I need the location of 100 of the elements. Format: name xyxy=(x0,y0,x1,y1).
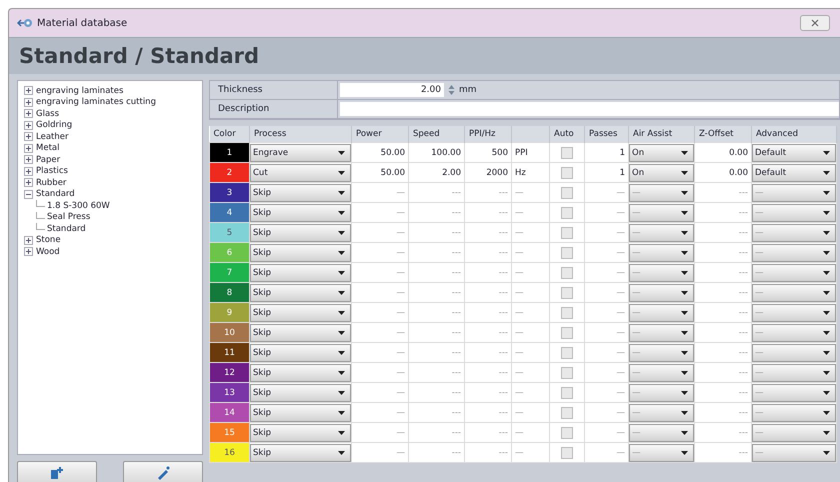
process-dropdown[interactable]: Skip xyxy=(250,364,351,382)
table-cell: --- xyxy=(464,222,512,242)
expander-icon[interactable] xyxy=(24,109,33,118)
checkbox[interactable] xyxy=(561,246,573,258)
caret-icon xyxy=(681,370,688,374)
table-cell: --- xyxy=(408,322,464,342)
table-cell: --- xyxy=(464,302,512,322)
expander-icon[interactable] xyxy=(24,236,33,245)
air-assist-dropdown[interactable]: On xyxy=(629,164,694,182)
caret-icon xyxy=(823,290,830,294)
close-icon xyxy=(811,19,819,27)
process-dropdown[interactable]: Skip xyxy=(250,424,351,442)
table-cell: — xyxy=(512,422,550,442)
tree-item[interactable]: Leather xyxy=(36,132,68,142)
expander-icon[interactable] xyxy=(24,178,33,188)
tree-item[interactable]: Seal Press xyxy=(47,212,90,222)
expander-icon[interactable] xyxy=(24,166,33,176)
expander-icon[interactable] xyxy=(24,86,33,96)
process-dropdown[interactable]: Skip xyxy=(250,384,351,402)
table-cell: --- xyxy=(408,382,464,402)
checkbox[interactable] xyxy=(561,366,573,378)
process-dropdown[interactable]: Skip xyxy=(250,304,351,322)
table-cell: --- xyxy=(408,222,464,242)
close-button[interactable] xyxy=(800,15,830,31)
expander-icon[interactable] xyxy=(24,190,33,199)
advanced-dropdown[interactable]: Default xyxy=(752,164,836,182)
tree-item[interactable]: Stone xyxy=(36,235,61,246)
add-material-button[interactable] xyxy=(17,461,97,482)
checkbox[interactable] xyxy=(561,206,573,218)
checkbox[interactable] xyxy=(561,446,573,458)
process-dropdown[interactable]: Cut xyxy=(250,164,351,182)
expander-icon[interactable] xyxy=(24,247,33,256)
expander-icon[interactable] xyxy=(24,98,33,107)
caret-icon xyxy=(681,350,688,354)
table-cell: --- xyxy=(408,342,464,362)
tree-item[interactable]: Standard xyxy=(36,189,75,200)
checkbox[interactable] xyxy=(561,186,573,198)
table-cell: — xyxy=(512,262,550,282)
tree-item[interactable]: Plastics xyxy=(36,166,68,176)
table-cell: — xyxy=(512,402,550,422)
caret-icon xyxy=(338,250,345,254)
table-cell: — xyxy=(352,222,408,242)
process-dropdown[interactable]: Skip xyxy=(250,284,351,302)
tree-item[interactable]: engraving laminates xyxy=(36,86,124,96)
color-swatch: 4 xyxy=(210,202,250,222)
caret-icon xyxy=(338,410,345,414)
table-cell: — xyxy=(512,382,550,402)
process-dropdown[interactable]: Skip xyxy=(250,204,351,222)
air-assist-dropdown[interactable]: On xyxy=(629,144,694,162)
tree-item[interactable]: engraving laminates cutting xyxy=(36,97,156,108)
checkbox[interactable] xyxy=(561,266,573,278)
advanced-dropdown[interactable]: Default xyxy=(752,144,836,162)
checkbox[interactable] xyxy=(561,226,573,238)
expander-icon[interactable] xyxy=(24,144,33,153)
process-dropdown[interactable]: Skip xyxy=(250,184,351,202)
process-dropdown[interactable]: Skip xyxy=(250,244,351,262)
checkbox[interactable] xyxy=(561,346,573,358)
process-dropdown[interactable]: Skip xyxy=(250,404,351,422)
caret-icon xyxy=(823,150,830,154)
caret-icon xyxy=(681,250,688,254)
checkbox[interactable] xyxy=(561,406,573,418)
checkbox[interactable] xyxy=(561,166,573,178)
checkbox[interactable] xyxy=(561,426,573,438)
tree-item[interactable]: Rubber xyxy=(36,178,66,188)
table-cell: --- xyxy=(464,382,512,402)
tree-item[interactable]: Goldring xyxy=(36,120,72,130)
field-label: Thickness xyxy=(210,81,338,99)
spin-arrows-icon[interactable] xyxy=(448,84,455,96)
tree-item[interactable]: Paper xyxy=(36,154,60,165)
column-header: Color xyxy=(214,129,236,139)
process-dropdown[interactable]: Skip xyxy=(250,324,351,342)
checkbox[interactable] xyxy=(561,386,573,398)
process-dropdown[interactable]: Skip xyxy=(250,444,351,462)
process-dropdown[interactable]: Skip xyxy=(250,264,351,282)
expander-icon[interactable] xyxy=(24,120,33,130)
caret-icon xyxy=(681,230,688,234)
tree-item[interactable]: Glass xyxy=(36,108,60,119)
description-field[interactable] xyxy=(340,102,839,116)
table-cell: — xyxy=(512,322,550,342)
table-cell: --- xyxy=(408,402,464,422)
checkbox[interactable] xyxy=(561,306,573,318)
thickness-field[interactable]: 2.00 xyxy=(340,83,444,97)
tree-item[interactable]: Standard xyxy=(47,224,86,234)
checkbox[interactable] xyxy=(561,326,573,338)
expander-icon[interactable] xyxy=(24,155,33,164)
process-dropdown[interactable]: Skip xyxy=(250,224,351,242)
window-title: Material database xyxy=(37,18,128,28)
table-cell: --- xyxy=(464,202,512,222)
table-cell: — xyxy=(352,442,408,462)
caret-icon xyxy=(823,410,830,414)
caret-icon xyxy=(338,230,345,234)
process-dropdown[interactable]: Engrave xyxy=(250,144,351,162)
tree-item[interactable]: Metal xyxy=(36,143,60,154)
tree-item[interactable]: 1.8 S-300 60W xyxy=(47,200,110,211)
expander-icon[interactable] xyxy=(24,132,33,142)
edit-material-button[interactable] xyxy=(123,461,203,482)
checkbox[interactable] xyxy=(561,146,573,158)
checkbox[interactable] xyxy=(561,286,573,298)
tree-item[interactable]: Wood xyxy=(36,246,60,257)
process-dropdown[interactable]: Skip xyxy=(250,344,351,362)
